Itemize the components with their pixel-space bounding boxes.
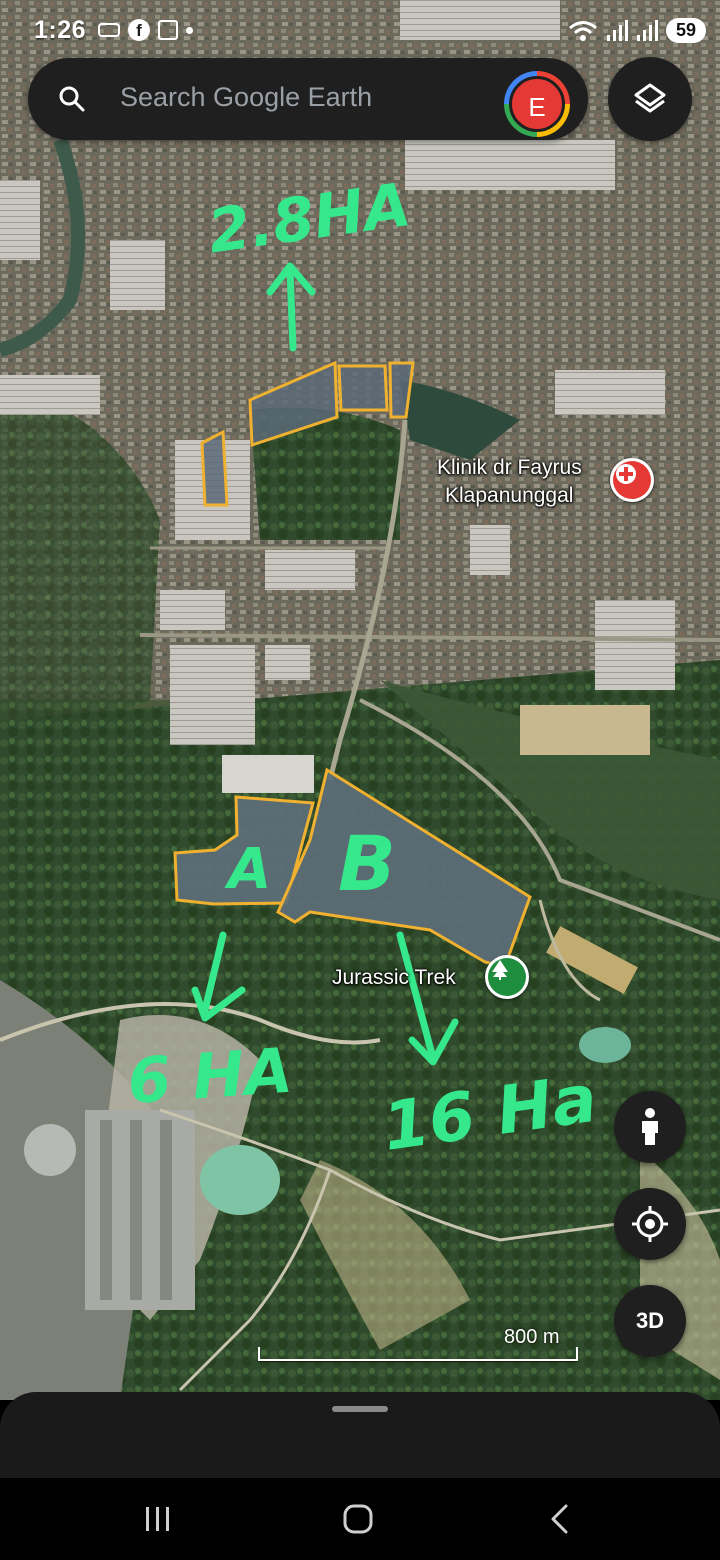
drag-handle[interactable]: [332, 1406, 388, 1412]
recents-icon: [146, 1507, 169, 1531]
3d-view-button[interactable]: 3D: [614, 1285, 686, 1357]
search-icon[interactable]: [58, 85, 86, 113]
signal-icon: [637, 19, 658, 41]
place-name-clinic-line2: Klapanunggal: [445, 484, 574, 507]
medical-cross-icon: [616, 464, 636, 484]
home-icon: [343, 1504, 373, 1534]
recents-button[interactable]: [128, 1496, 188, 1542]
bottom-sheet[interactable]: [0, 1392, 720, 1478]
avatar: E: [509, 76, 565, 132]
my-location-button[interactable]: [614, 1188, 686, 1260]
status-time: 1:26: [34, 16, 87, 44]
notification-icons: f: [98, 19, 193, 41]
account-avatar-button[interactable]: E: [504, 71, 570, 137]
search-bar[interactable]: Search Google Earth E: [28, 58, 588, 140]
hospital-pin-icon[interactable]: [610, 458, 654, 502]
layers-button[interactable]: [608, 57, 692, 141]
scale-bar: [258, 1347, 578, 1361]
voicemail-icon: [98, 23, 120, 37]
system-navigation-bar: [0, 1478, 720, 1560]
layers-icon: [634, 83, 666, 113]
battery-level: 59: [666, 18, 706, 43]
place-name-clinic: Klinik dr Fayrus: [437, 456, 582, 479]
street-view-button[interactable]: [614, 1091, 686, 1163]
pegman-icon: [642, 1108, 658, 1145]
place-label-clinic[interactable]: Klinik dr Fayrus Klapanunggal: [437, 454, 582, 510]
system-icons: 59: [568, 18, 706, 43]
search-input[interactable]: Search Google Earth: [120, 82, 372, 113]
satellite-imagery: [0, 0, 720, 1400]
wifi-icon: [569, 20, 597, 41]
satellite-map[interactable]: 2.8HA A B 6 HA 16 Ha Klinik dr Fayrus Kl…: [0, 0, 720, 1400]
scale-label: 800 m: [504, 1326, 560, 1348]
facebook-icon: f: [128, 19, 150, 41]
back-button[interactable]: [530, 1496, 590, 1542]
back-icon: [551, 1504, 568, 1534]
tree-icon: [492, 960, 508, 980]
gallery-icon: [158, 20, 178, 40]
signal-icon: [607, 19, 628, 41]
more-notifications-dot-icon: [186, 26, 193, 34]
place-name-jurassic-trek[interactable]: Jurassic Trek: [332, 964, 456, 992]
home-button[interactable]: [328, 1496, 388, 1542]
park-pin-icon[interactable]: [485, 955, 529, 999]
status-bar: 1:26 f 59: [0, 0, 720, 64]
my-location-icon: [632, 1206, 668, 1242]
